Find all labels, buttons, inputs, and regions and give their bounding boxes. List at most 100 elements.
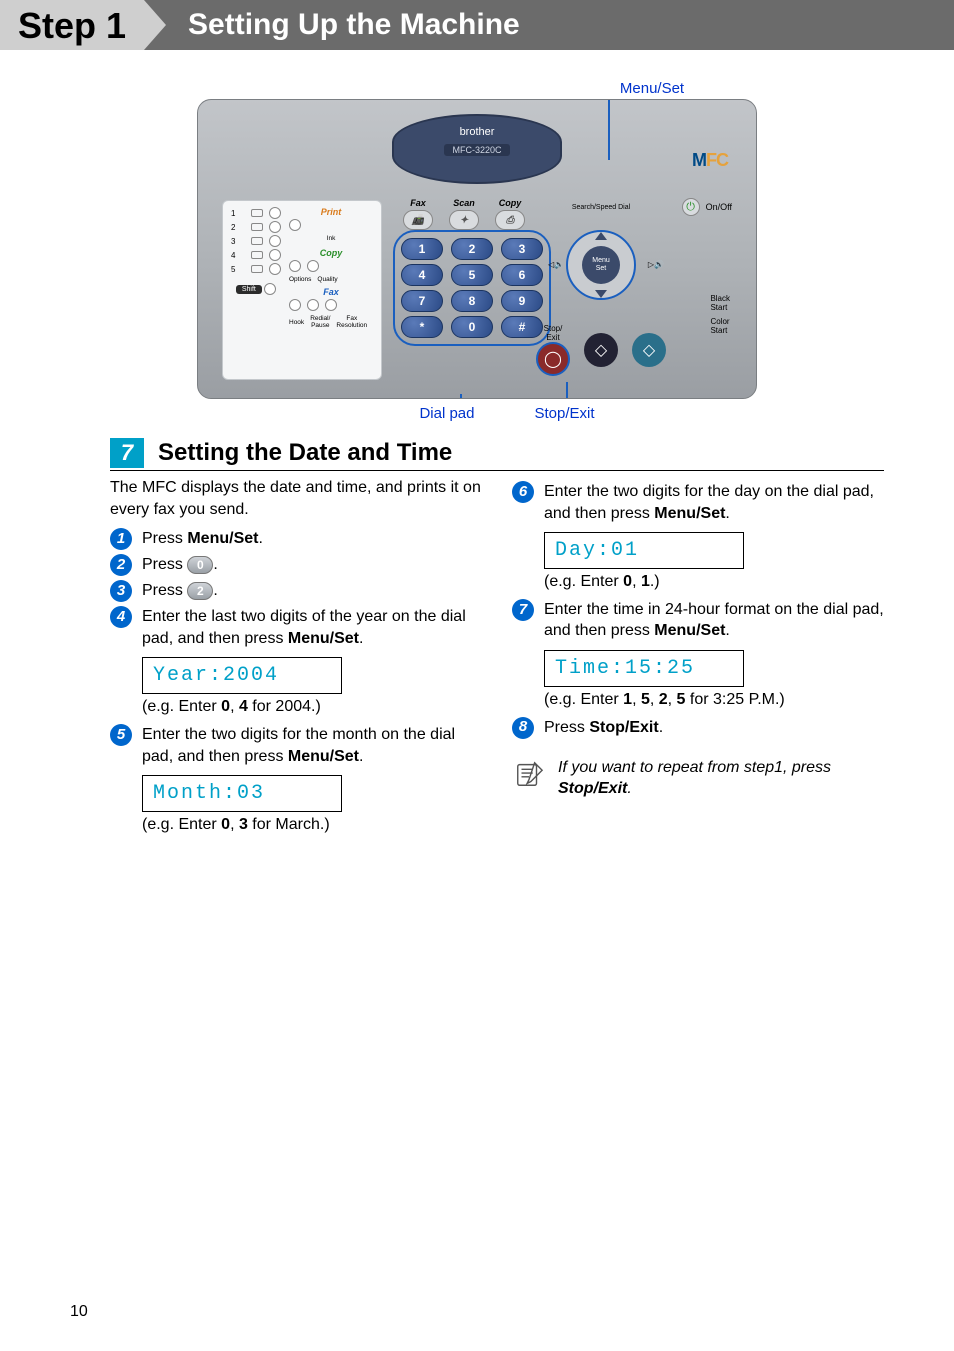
shift-circle[interactable] (264, 283, 276, 295)
t: . (213, 582, 217, 599)
note-icon (512, 757, 546, 791)
t: . (659, 719, 663, 736)
print-button[interactable] (289, 219, 301, 231)
stop-start-cluster: Stop/ Exit ◯ ◇ ◇ (536, 324, 666, 376)
t: If you want to repeat from step1, press (558, 759, 831, 776)
right-column: 6 Enter the two digits for the day on th… (512, 477, 884, 842)
stopexit-button[interactable]: ◯ (536, 342, 570, 376)
onetouch-button[interactable] (269, 249, 281, 261)
device-figure: Menu/Set brother MFC-3220C MFC ⏻ On/Off … (0, 80, 954, 422)
stopexit-label: Stop/ Exit (536, 324, 570, 342)
options-button[interactable] (289, 260, 301, 272)
onetouch-led (251, 251, 263, 259)
t: 3 (239, 816, 248, 833)
t: (e.g. Enter (142, 816, 221, 833)
step-6: 6 Enter the two digits for the day on th… (512, 481, 884, 524)
brand-label: brother (460, 126, 495, 138)
step-6-text: Enter the two digits for the day on the … (544, 481, 884, 524)
lcd-month: Month:03 (142, 775, 342, 812)
step-ball-6: 6 (512, 481, 534, 503)
dialpad-key-9[interactable]: 9 (501, 290, 543, 312)
mode-fax-button[interactable]: 📠 (403, 210, 433, 230)
logo-fc: FC (706, 150, 728, 170)
nav-down-icon[interactable] (595, 290, 607, 298)
volume-up-icon[interactable]: ▷🔊 (648, 260, 664, 269)
t: 1 (641, 573, 650, 590)
onetouch-button[interactable] (269, 207, 281, 219)
callout-stopexit: Stop/Exit (535, 405, 595, 422)
note-text: If you want to repeat from step1, press … (558, 757, 884, 800)
eg-time: (e.g. Enter 1, 5, 2, 5 for 3:25 P.M.) (544, 689, 884, 711)
section-number: 7 (110, 438, 144, 468)
step-ball-5: 5 (110, 724, 132, 746)
t: 4 (239, 698, 248, 715)
dialpad-key-6[interactable]: 6 (501, 264, 543, 286)
keypad-pill-2: 2 (187, 582, 213, 600)
step-1: 1 Press Menu/Set. (110, 528, 482, 550)
hook-button[interactable] (289, 299, 301, 311)
dialpad-key-5[interactable]: 5 (451, 264, 493, 286)
dialpad: 1 2 3 4 5 6 7 8 9 * 0 # (401, 238, 543, 338)
step-2-text: Press 0. (142, 554, 482, 576)
onetouch-led (251, 265, 263, 273)
nav-up-icon[interactable] (595, 232, 607, 240)
faxres-button[interactable] (325, 299, 337, 311)
onoff-group: ⏻ On/Off (682, 198, 732, 216)
t: (e.g. Enter (544, 691, 623, 708)
dialpad-key-1[interactable]: 1 (401, 238, 443, 260)
power-icon[interactable]: ⏻ (682, 198, 700, 216)
redial-label: Redial/ Pause (310, 315, 330, 329)
onetouch-button[interactable] (269, 263, 281, 275)
eg-day: (e.g. Enter 0, 1.) (544, 571, 884, 593)
black-start-button[interactable]: ◇ (584, 333, 618, 367)
dialpad-key-2[interactable]: 2 (451, 238, 493, 260)
dialpad-key-4[interactable]: 4 (401, 264, 443, 286)
t: 0 (221, 698, 230, 715)
t: for 2004.) (248, 698, 321, 715)
step-ball-7: 7 (512, 599, 534, 621)
faxres-label: Fax Resolution (336, 315, 367, 329)
onetouch-num: 2 (231, 223, 245, 232)
dialpad-key-3[interactable]: 3 (501, 238, 543, 260)
t: .) (650, 573, 660, 590)
lcd-year: Year:2004 (142, 657, 342, 694)
leader-line-menuset (608, 100, 610, 160)
dialpad-key-star[interactable]: * (401, 316, 443, 338)
step-2: 2 Press 0. (110, 554, 482, 576)
search-speeddial-label: Search/Speed Dial (556, 204, 646, 211)
step-8: 8 Press Stop/Exit. (512, 717, 884, 739)
t: (e.g. Enter (142, 698, 221, 715)
section-title: Setting the Date and Time (158, 439, 452, 467)
redial-button[interactable] (307, 299, 319, 311)
step-7: 7 Enter the time in 24-hour format on th… (512, 599, 884, 642)
onetouch-num: 5 (231, 265, 245, 274)
t: . (627, 780, 631, 797)
onetouch-led (251, 209, 263, 217)
t: Press (142, 530, 187, 547)
dialpad-key-0[interactable]: 0 (451, 316, 493, 338)
mode-copy-button[interactable]: ⎙ (495, 210, 525, 230)
t: , (632, 573, 641, 590)
t: , (230, 816, 239, 833)
menuset-button[interactable]: Menu Set (582, 246, 620, 284)
step-3: 3 Press 2. (110, 580, 482, 602)
step-7-text: Enter the time in 24-hour format on the … (544, 599, 884, 642)
dialpad-key-8[interactable]: 8 (451, 290, 493, 312)
onetouch-num: 3 (231, 237, 245, 246)
onetouch-num: 1 (231, 209, 245, 218)
t: . (258, 530, 262, 547)
mode-scan-label: Scan (453, 198, 475, 208)
fax-label: Fax (289, 287, 373, 297)
device-panel: brother MFC-3220C MFC ⏻ On/Off 1 2 3 4 5… (197, 99, 757, 399)
mode-scan-button[interactable]: ✦ (449, 210, 479, 230)
color-start-button[interactable]: ◇ (632, 333, 666, 367)
chevron-right-icon (144, 0, 166, 50)
step-4: 4 Enter the last two digits of the year … (110, 606, 482, 649)
quality-button[interactable] (307, 260, 319, 272)
section-heading: 7 Setting the Date and Time (110, 438, 884, 471)
shift-button[interactable]: Shift (236, 285, 262, 294)
onetouch-button[interactable] (269, 221, 281, 233)
dialpad-key-7[interactable]: 7 (401, 290, 443, 312)
volume-down-icon[interactable]: ◁🔉 (548, 260, 564, 269)
onetouch-button[interactable] (269, 235, 281, 247)
